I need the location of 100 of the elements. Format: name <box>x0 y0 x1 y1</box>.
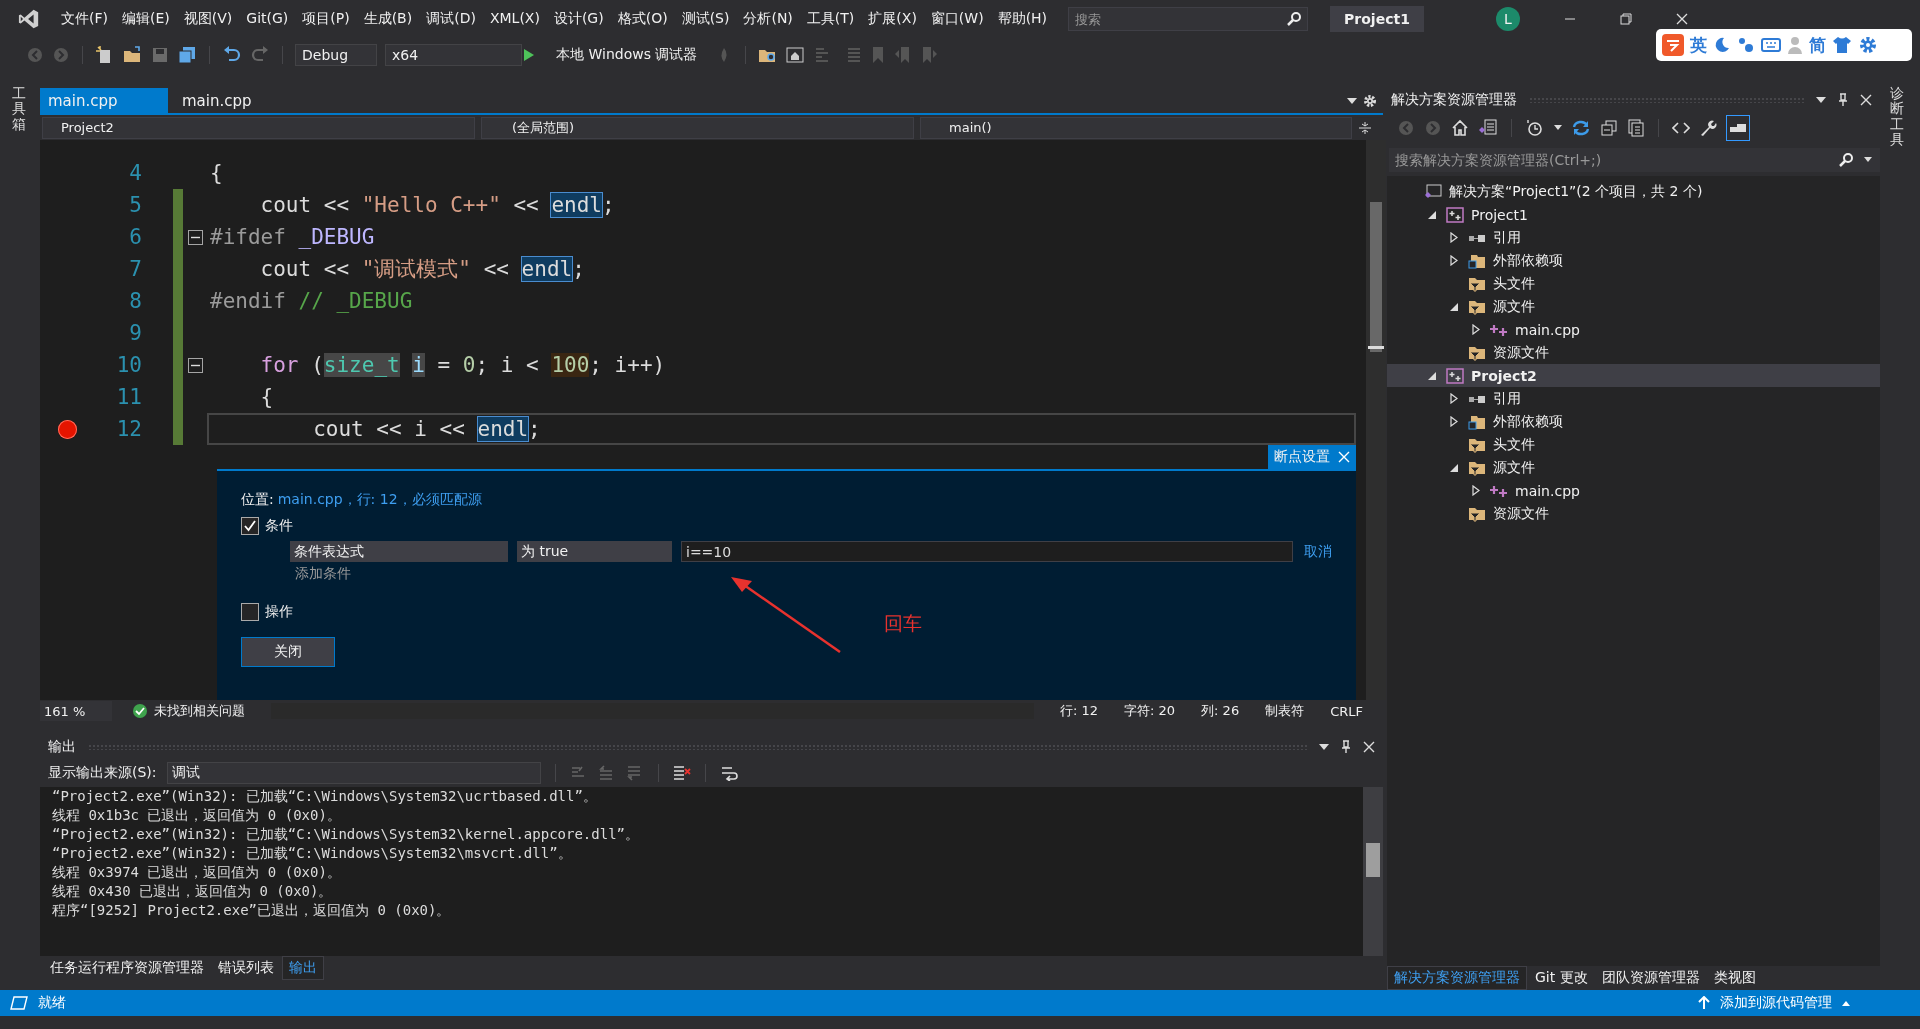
zoom-dropdown[interactable]: 161 % <box>40 701 112 721</box>
platform-dropdown[interactable]: x64 <box>385 44 522 66</box>
expanded-arrow-icon[interactable] <box>1450 302 1458 311</box>
line-ending-indicator[interactable]: CRLF <box>1330 703 1363 719</box>
save-all-icon[interactable] <box>177 46 197 64</box>
restore-icon[interactable] <box>1619 13 1632 25</box>
search-field[interactable]: 搜索解决方案资源管理器(Ctrl+;) <box>1389 148 1880 172</box>
output-source-dropdown[interactable]: 调试 <box>166 762 541 784</box>
tree-item[interactable]: 外部依赖项 <box>1387 410 1880 433</box>
scope-dropdown[interactable]: (全局范围) <box>481 116 914 139</box>
run-debugger-button[interactable]: 本地 Windows 调试器 <box>532 43 702 67</box>
menu-item[interactable]: 帮助(H) <box>990 10 1055 28</box>
menu-item[interactable]: 分析(N) <box>736 10 800 28</box>
close-icon[interactable] <box>1363 741 1375 753</box>
tree-item[interactable]: 外部依赖项 <box>1387 249 1880 272</box>
panel-tab[interactable]: 类视图 <box>1707 967 1762 989</box>
tree-item[interactable]: 资源文件 <box>1387 502 1880 525</box>
language-toggle[interactable]: 英 <box>1690 33 1707 57</box>
project-dropdown[interactable]: Project2 <box>42 116 475 139</box>
location-link[interactable]: main.cpp，行: 12，必须匹配源 <box>277 491 482 509</box>
expanded-arrow-icon[interactable] <box>1450 463 1458 472</box>
show-all-files-icon[interactable] <box>1627 119 1645 137</box>
menu-item[interactable]: 测试(S) <box>674 10 737 28</box>
wrench-icon[interactable] <box>1699 119 1717 137</box>
collapsed-arrow-icon[interactable] <box>1450 416 1458 427</box>
panel-tab[interactable]: 解决方案资源管理器 <box>1387 966 1527 990</box>
dropdown-icon[interactable] <box>1554 125 1562 131</box>
up-arrow-icon[interactable] <box>1698 996 1710 1010</box>
home-window-icon[interactable] <box>786 46 807 64</box>
dropdown-icon[interactable] <box>1864 157 1872 163</box>
document-tab[interactable]: main.cpp <box>174 88 260 113</box>
scrollbar[interactable] <box>1363 787 1383 956</box>
close-icon[interactable] <box>1860 94 1872 106</box>
home-icon[interactable] <box>1451 119 1469 137</box>
condition-mode-dropdown[interactable]: 为 true <box>517 541 672 562</box>
close-icon[interactable] <box>1675 13 1688 25</box>
switch-views-icon[interactable] <box>1478 119 1498 137</box>
script-toggle[interactable]: 简 <box>1809 33 1826 57</box>
collapse-all-icon[interactable] <box>1600 119 1618 137</box>
pin-icon[interactable] <box>1341 740 1351 754</box>
collapsed-arrow-icon[interactable] <box>1450 232 1458 243</box>
moon-icon[interactable] <box>1713 36 1731 54</box>
panel-tab[interactable]: 任务运行程序资源管理器 <box>44 957 210 979</box>
tree-item[interactable]: 引用 <box>1387 387 1880 410</box>
menu-item[interactable]: 窗口(W) <box>923 10 991 28</box>
expanded-arrow-icon[interactable] <box>1428 371 1436 380</box>
save-icon[interactable] <box>151 46 169 64</box>
checkbox[interactable] <box>241 603 259 621</box>
dropdown-icon[interactable] <box>1319 743 1329 751</box>
dropdown-icon[interactable] <box>1816 96 1826 104</box>
diagnostics-tab[interactable]: 诊断工具 <box>1890 72 1906 148</box>
menu-item[interactable]: Git(G) <box>239 10 296 28</box>
shirt-icon[interactable] <box>1832 36 1852 54</box>
member-dropdown[interactable]: main() <box>920 116 1352 139</box>
clear-all-icon[interactable] <box>672 765 691 781</box>
breakpoint-icon[interactable] <box>57 419 77 439</box>
document-tab[interactable]: main.cpp <box>40 88 168 113</box>
collapse-icon[interactable] <box>187 357 203 373</box>
undo-icon[interactable] <box>222 46 242 64</box>
menu-item[interactable]: 格式(O) <box>610 10 675 28</box>
collapse-icon[interactable] <box>187 229 203 245</box>
menu-item[interactable]: XML(X) <box>482 10 547 28</box>
pin-icon[interactable] <box>1838 93 1848 107</box>
menu-item[interactable]: 文件(F) <box>54 10 115 28</box>
collapsed-arrow-icon[interactable] <box>1472 324 1480 335</box>
panel-tab[interactable]: 团队资源管理器 <box>1595 967 1706 989</box>
dots-icon[interactable] <box>1737 36 1755 54</box>
panel-tab[interactable]: 输出 <box>282 956 324 980</box>
menu-item[interactable]: 编辑(E) <box>115 10 177 28</box>
tree-item[interactable]: Project2 <box>1387 364 1880 387</box>
tree-item[interactable]: 解决方案“Project1”(2 个项目，共 2 个) <box>1387 180 1880 203</box>
close-button[interactable]: 关闭 <box>241 637 335 667</box>
word-wrap-icon[interactable] <box>719 765 738 781</box>
dropdown-icon[interactable] <box>1347 96 1357 105</box>
menu-item[interactable]: 调试(D) <box>419 10 483 28</box>
preview-toggle[interactable] <box>1726 115 1750 141</box>
open-folder-icon[interactable] <box>123 46 143 64</box>
menu-item[interactable]: 工具(T) <box>799 10 862 28</box>
checkbox[interactable] <box>241 517 259 535</box>
collapsed-arrow-icon[interactable] <box>1450 393 1458 404</box>
redo-icon[interactable] <box>250 46 270 64</box>
panel-tab[interactable]: Git 更改 <box>1529 967 1594 989</box>
panel-tab[interactable]: 错误列表 <box>212 957 280 979</box>
issues-status[interactable]: 未找到相关问题 <box>154 702 245 720</box>
condition-type-dropdown[interactable]: 条件表达式 <box>290 541 508 562</box>
add-condition-link[interactable]: 添加条件 <box>295 565 351 583</box>
menu-item[interactable]: 扩展(X) <box>861 10 924 28</box>
expanded-arrow-icon[interactable] <box>1428 210 1436 219</box>
cancel-link[interactable]: 取消 <box>1304 542 1332 561</box>
tree-item[interactable]: 源文件 <box>1387 295 1880 318</box>
user-avatar[interactable]: L <box>1495 7 1520 31</box>
menu-item[interactable]: 设计(G) <box>546 10 611 28</box>
tree-item[interactable]: Project1 <box>1387 203 1880 226</box>
menu-item[interactable]: 视图(V) <box>176 10 240 28</box>
keyboard-icon[interactable] <box>1761 37 1781 53</box>
collapsed-arrow-icon[interactable] <box>1450 255 1458 266</box>
indent-indicator[interactable]: 制表符 <box>1265 702 1305 720</box>
menu-item[interactable]: 生成(B) <box>356 10 420 28</box>
collapsed-arrow-icon[interactable] <box>1472 485 1480 496</box>
search-field[interactable]: 搜索 <box>1068 7 1309 31</box>
